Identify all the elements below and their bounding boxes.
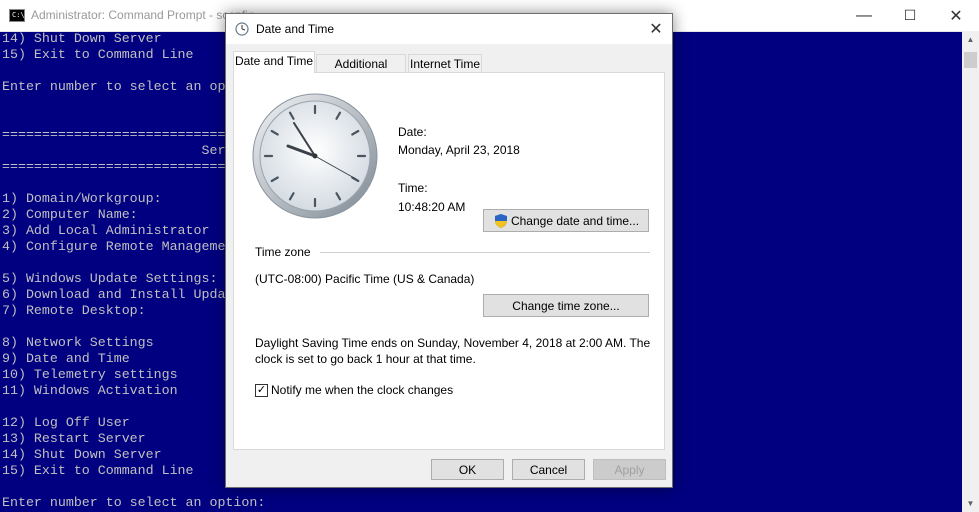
console-line: 10) Telemetry settings (2, 367, 178, 382)
console-line: 14) Shut Down Server (2, 31, 162, 46)
console-line: 15) Exit to Command Line (2, 463, 194, 478)
console-line: 15) Exit to Command Line (2, 47, 194, 62)
scroll-up-arrow-icon[interactable]: ▲ (962, 31, 979, 48)
ok-button[interactable]: OK (431, 459, 504, 480)
maximize-button[interactable]: ☐ (887, 0, 933, 31)
time-label: Time: (398, 181, 428, 195)
console-line: 13) Restart Server (2, 431, 146, 446)
console-line: 5) Windows Update Settings: (2, 271, 218, 286)
console-line: 1) Domain/Workgroup: (2, 191, 162, 206)
cmd-window-title: Administrator: Command Prompt - sconfig (31, 8, 255, 22)
change-date-time-button[interactable]: Change date and time... (483, 209, 649, 232)
change-date-time-label: Change date and time... (510, 213, 640, 228)
console-line: 2) Computer Name: (2, 207, 138, 222)
console-line: 8) Network Settings (2, 335, 154, 350)
notify-checkbox[interactable]: ✓ (255, 384, 268, 397)
tab-date-and-time[interactable]: Date and Time (233, 51, 315, 73)
console-line: Enter number to select an option: (2, 495, 266, 510)
change-time-zone-label: Change time zone... (512, 298, 620, 313)
console-line: 12) Log Off User (2, 415, 130, 430)
console-line: 7) Remote Desktop: (2, 303, 146, 318)
change-time-zone-button[interactable]: Change time zone... (483, 294, 649, 317)
tab-additional-clocks[interactable]: Additional Clocks (316, 54, 406, 90)
time-zone-value: (UTC-08:00) Pacific Time (US & Canada) (255, 272, 475, 286)
date-value: Monday, April 23, 2018 (398, 143, 520, 157)
dst-notice-line-1: Daylight Saving Time ends on Sunday, Nov… (255, 336, 651, 350)
analog-clock (252, 93, 378, 219)
cancel-button[interactable]: Cancel (512, 459, 585, 480)
close-button[interactable]: ✕ (933, 0, 979, 31)
console-line: 4) Configure Remote Management (2, 239, 242, 254)
time-value: 10:48:20 AM (398, 200, 466, 214)
dst-notice-line-2: clock is set to go back 1 hour at that t… (255, 352, 476, 366)
notify-label[interactable]: Notify me when the clock changes (271, 383, 453, 397)
console-line: 9) Date and Time (2, 351, 130, 366)
dialog-titlebar[interactable]: Date and Time ✕ (226, 14, 672, 44)
dialog-title: Date and Time (256, 22, 335, 36)
console-line: 3) Add Local Administrator (2, 223, 210, 238)
uac-shield-icon (494, 213, 507, 228)
date-and-time-dialog: Date and Time ✕ Date and Time Additional… (225, 13, 673, 488)
scroll-thumb[interactable] (964, 52, 977, 68)
time-zone-divider (320, 252, 650, 253)
dialog-close-button[interactable]: ✕ (644, 18, 668, 40)
date-label: Date: (398, 125, 427, 139)
vertical-scrollbar[interactable]: ▲ ▼ (962, 31, 979, 512)
minimize-button[interactable]: — (841, 0, 887, 31)
console-line: 14) Shut Down Server (2, 447, 162, 462)
console-line: 11) Windows Activation (2, 383, 178, 398)
cmd-icon[interactable]: C:\. (9, 9, 29, 22)
scroll-down-arrow-icon[interactable]: ▼ (962, 495, 979, 512)
clock-app-icon (235, 22, 249, 36)
console-line: 6) Download and Install Updates (2, 287, 250, 302)
time-zone-heading: Time zone (255, 245, 311, 259)
apply-button[interactable]: Apply (593, 459, 666, 480)
date-time-panel: Date: Monday, April 23, 2018 Time: 10:48… (233, 72, 665, 450)
tab-internet-time[interactable]: Internet Time (408, 54, 482, 73)
